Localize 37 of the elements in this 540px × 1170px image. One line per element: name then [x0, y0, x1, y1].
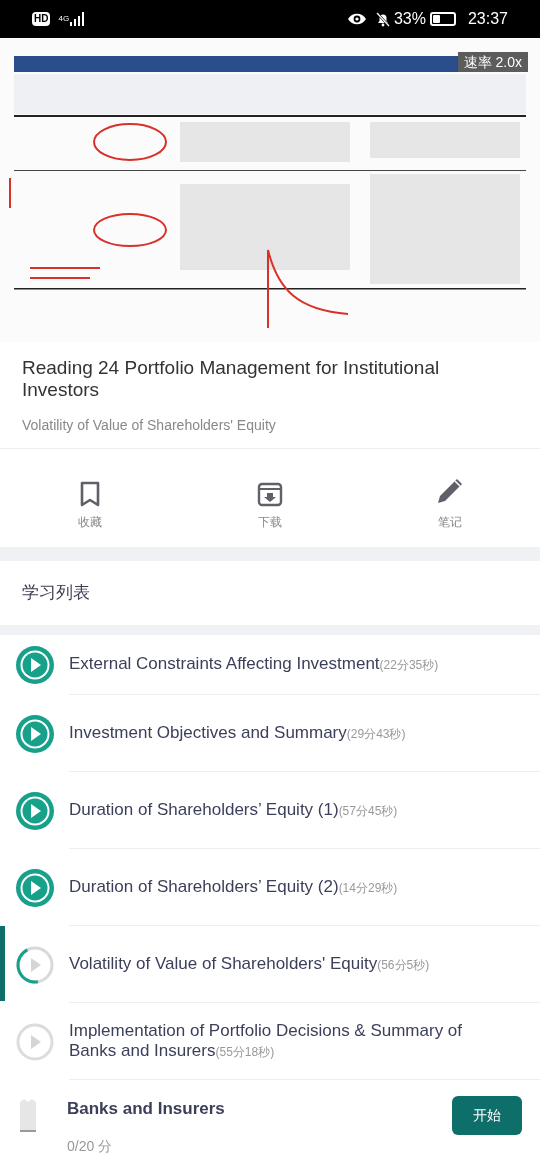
lesson-title: Duration of Shareholders’ Equity (1)(57分45秒)	[69, 799, 398, 821]
eye-icon	[346, 12, 367, 26]
battery-icon	[429, 12, 456, 26]
quiz-title: Banks and Insurers	[67, 1098, 226, 1120]
play-circle-icon[interactable]	[15, 867, 55, 908]
action-button[interactable]: 下载	[180, 471, 360, 531]
hd-icon: HD	[32, 12, 51, 26]
lesson-item[interactable]: External Constraints Affecting Investment(22分35秒)	[0, 635, 540, 695]
lesson-title: Duration of Shareholders’ Equity (2)(14分29秒)	[69, 876, 398, 898]
course-title: Reading 24 Portfolio Management for Institutional Investors	[22, 357, 441, 401]
action-button[interactable]: 笔记	[360, 471, 540, 531]
playback-speed-button[interactable]: 速率 2.0x	[457, 52, 528, 72]
quiz-score: 0/20 分	[67, 1136, 114, 1156]
signal-icon	[70, 12, 87, 26]
play-circle-icon[interactable]	[15, 790, 55, 831]
lesson-title: Volatility of Value of Shareholders' Equity(56分5秒)	[69, 953, 430, 975]
lesson-title: Investment Objectives and Summary(29分43秒)	[69, 722, 406, 744]
play-circle-icon[interactable]	[15, 713, 55, 754]
muted-bell-icon	[374, 11, 391, 27]
lesson-item[interactable]: Investment Objectives and Summary(29分43秒)	[0, 695, 540, 772]
section-heading: 学习列表	[22, 582, 90, 605]
start-button[interactable]: 开始	[452, 1096, 522, 1135]
network-label: 4G	[58, 15, 70, 23]
download-box-icon	[257, 481, 283, 507]
play-progress-icon[interactable]	[15, 944, 55, 985]
lesson-title: Implementation of Portfolio Decisions & Summary of Banks and Insurers(55分18秒)	[69, 1020, 464, 1062]
lesson-item[interactable]: Implementation of Portfolio Decisions & Summary of Banks and Insurers(55分18秒)	[0, 1003, 540, 1080]
lesson-title: External Constraints Affecting Investment(22分35秒)	[69, 654, 439, 675]
play-circle-icon[interactable]	[15, 645, 55, 685]
action-button[interactable]: 收藏	[0, 471, 180, 531]
quiz-icon	[18, 1098, 38, 1132]
bookmark-icon	[78, 481, 102, 507]
course-subtitle: Volatility of Value of Shareholders' Equity	[22, 416, 277, 435]
lesson-item[interactable]: Volatility of Value of Shareholders' Equity(56分5秒)	[0, 926, 540, 1003]
clock: 23:37	[467, 9, 508, 29]
battery-percent: 33%	[393, 9, 426, 29]
lesson-item[interactable]: Duration of Shareholders’ Equity (1)(57分45秒)	[0, 772, 540, 849]
